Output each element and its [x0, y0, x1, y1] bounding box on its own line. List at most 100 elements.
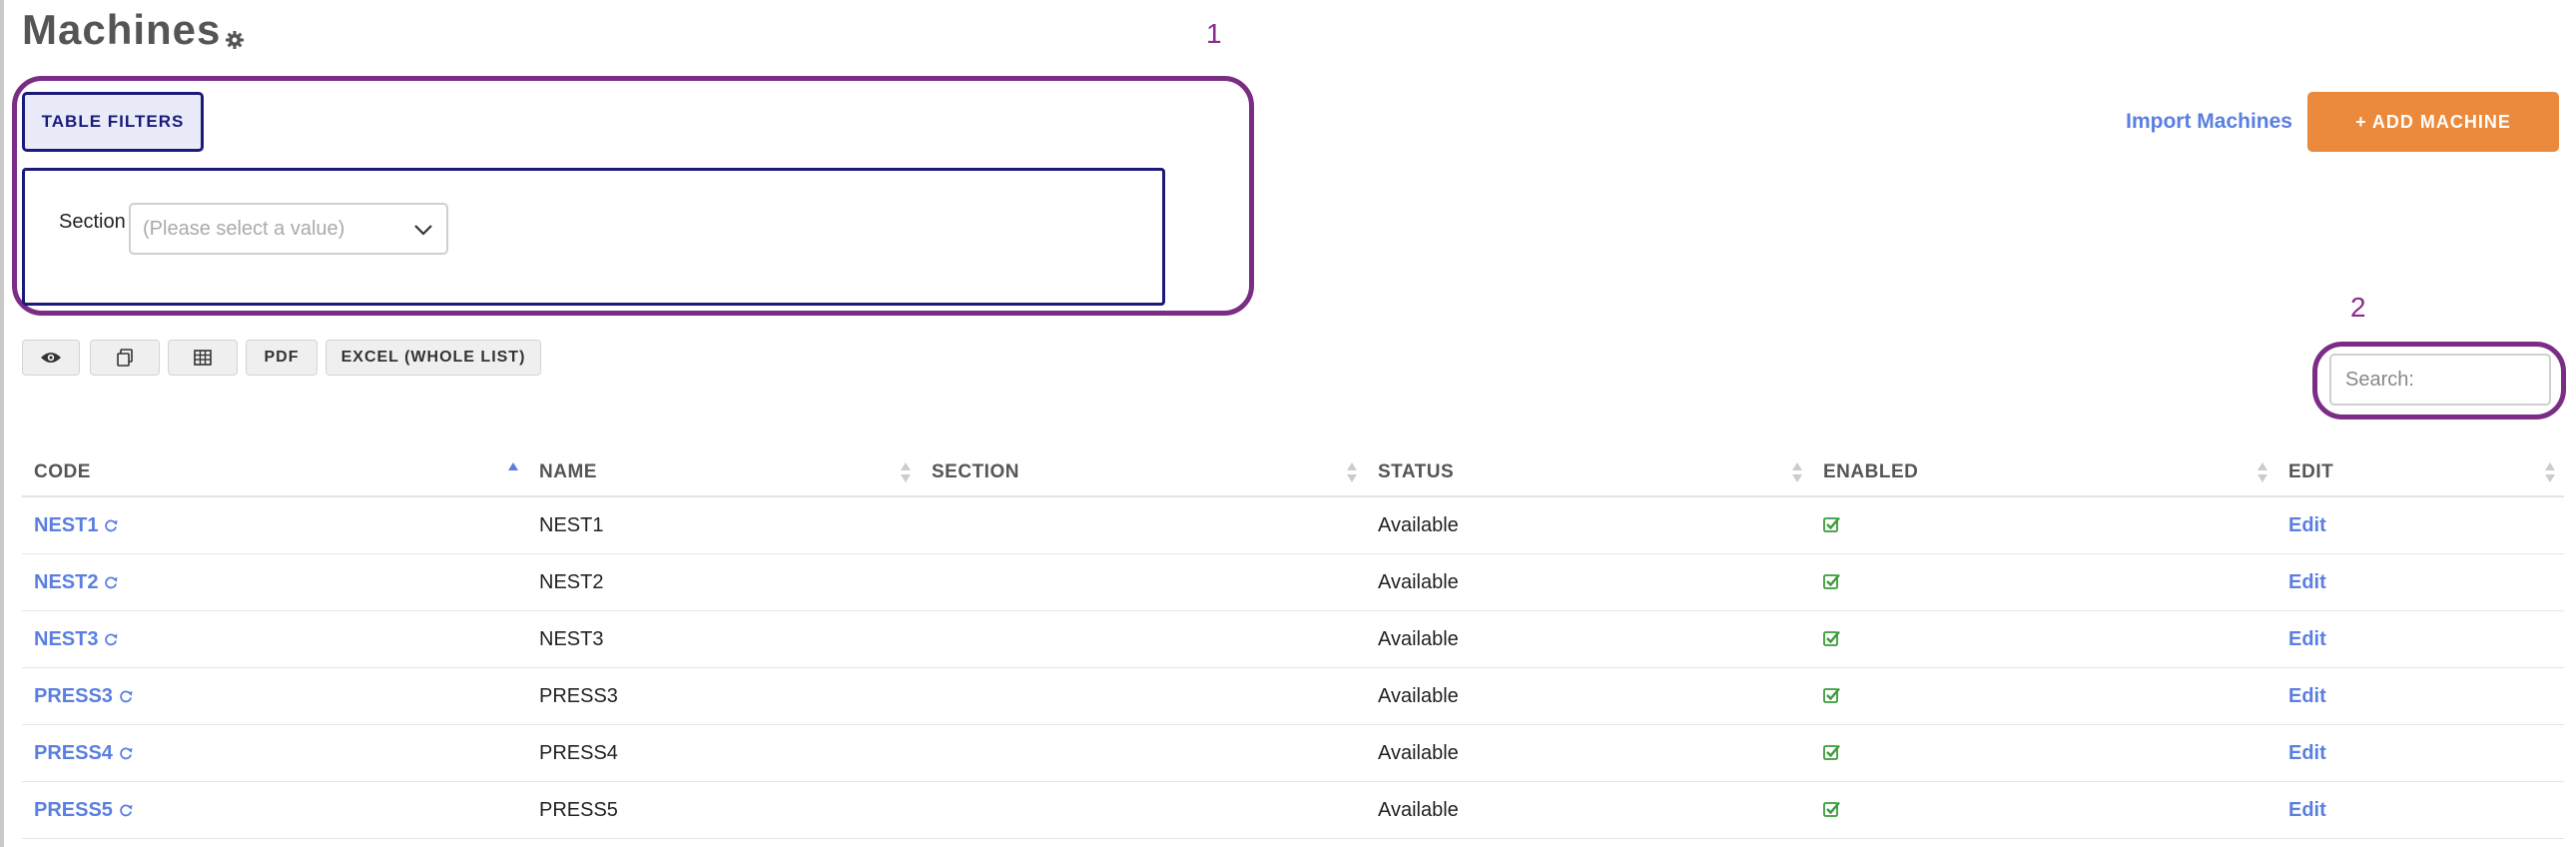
enabled-cell: [1811, 553, 2276, 611]
column-header-status[interactable]: STATUS: [1366, 449, 1811, 497]
section-cell: [920, 724, 1366, 782]
sort-icon: [901, 462, 911, 482]
column-header-label: ENABLED: [1823, 461, 1919, 482]
checked-box-icon: [1823, 573, 1840, 589]
column-header-code[interactable]: CODE: [22, 449, 527, 497]
edit-link[interactable]: Edit: [2288, 571, 2326, 593]
add-machine-button[interactable]: + ADD MACHINE: [2307, 92, 2559, 152]
edit-cell: Edit: [2276, 610, 2564, 668]
section-filter-label: Section: [59, 211, 126, 233]
column-header-label: STATUS: [1378, 461, 1455, 482]
name-cell: PRESS3: [527, 667, 920, 725]
name-cell: NEST1: [527, 496, 920, 554]
name-cell: PRESS4: [527, 724, 920, 782]
machine-code-link[interactable]: PRESS3: [34, 685, 113, 707]
enabled-cell: [1811, 610, 2276, 668]
edit-link[interactable]: Edit: [2288, 628, 2326, 650]
edit-link[interactable]: Edit: [2288, 742, 2326, 764]
name-cell: NEST2: [527, 553, 920, 611]
enabled-cell: [1811, 781, 2276, 839]
edit-cell: Edit: [2276, 496, 2564, 554]
column-header-label: SECTION: [932, 461, 1019, 482]
checked-box-icon: [1823, 801, 1840, 817]
edit-link[interactable]: Edit: [2288, 514, 2326, 536]
table-icon: [194, 350, 212, 366]
enabled-cell: [1811, 724, 2276, 782]
code-cell: NEST2: [22, 553, 527, 611]
column-header-edit[interactable]: EDIT: [2276, 449, 2564, 497]
pdf-button[interactable]: PDF: [246, 340, 318, 376]
table-row: PRESS4 PRESS4 Available Edit: [22, 724, 2564, 782]
edit-link[interactable]: Edit: [2288, 685, 2326, 707]
annotation-label-1: 1: [1206, 18, 1222, 49]
refresh-icon[interactable]: [104, 632, 118, 646]
refresh-icon[interactable]: [119, 803, 133, 817]
name-cell: PRESS5: [527, 781, 920, 839]
machine-code-link[interactable]: NEST3: [34, 628, 98, 650]
column-header-section[interactable]: SECTION: [920, 449, 1366, 497]
status-cell: Available: [1366, 781, 1811, 839]
status-cell: Available: [1366, 496, 1811, 554]
table-filters-button[interactable]: TABLE FILTERS: [22, 92, 204, 152]
status-cell: Available: [1366, 667, 1811, 725]
eye-icon: [41, 353, 61, 363]
name-cell: NEST3: [527, 610, 920, 668]
status-cell: Available: [1366, 724, 1811, 782]
left-border: [0, 0, 4, 847]
code-cell: NEST1: [22, 496, 527, 554]
column-header-label: CODE: [34, 461, 91, 482]
sort-icon: [1347, 462, 1357, 482]
chevron-down-icon: [414, 225, 432, 236]
sort-icon: [1792, 462, 1802, 482]
checked-box-icon: [1823, 744, 1840, 760]
sort-asc-icon: [508, 462, 518, 470]
column-header-label: EDIT: [2288, 461, 2334, 482]
machine-code-link[interactable]: PRESS5: [34, 799, 113, 821]
refresh-icon[interactable]: [104, 518, 118, 532]
column-visibility-button[interactable]: [22, 340, 80, 376]
gear-icon[interactable]: [225, 30, 245, 50]
column-header-enabled[interactable]: ENABLED: [1811, 449, 2276, 497]
code-cell: PRESS3: [22, 667, 527, 725]
excel-button[interactable]: EXCEL (WHOLE LIST): [325, 340, 541, 376]
machines-table: CODE NAME SECTION STATUS ENABLED EDIT NE…: [22, 449, 2564, 839]
annotation-label-2: 2: [2350, 292, 2366, 323]
table-row: NEST1 NEST1 Available Edit: [22, 496, 2564, 554]
section-cell: [920, 553, 1366, 611]
refresh-icon[interactable]: [104, 575, 118, 589]
edit-cell: Edit: [2276, 553, 2564, 611]
machine-code-link[interactable]: NEST2: [34, 571, 98, 593]
import-machines-link[interactable]: Import Machines: [2126, 110, 2292, 134]
section-cell: [920, 610, 1366, 668]
page-title: Machines: [22, 6, 245, 54]
copy-button[interactable]: [90, 340, 160, 376]
edit-cell: Edit: [2276, 781, 2564, 839]
table-header-row: CODE NAME SECTION STATUS ENABLED EDIT: [22, 449, 2564, 497]
section-cell: [920, 496, 1366, 554]
section-cell: [920, 667, 1366, 725]
status-cell: Available: [1366, 610, 1811, 668]
code-cell: PRESS5: [22, 781, 527, 839]
csv-button[interactable]: [168, 340, 238, 376]
filter-panel: Section (Please select a value): [22, 168, 1165, 306]
edit-cell: Edit: [2276, 724, 2564, 782]
table-row: NEST2 NEST2 Available Edit: [22, 553, 2564, 611]
section-select-placeholder: (Please select a value): [143, 217, 345, 240]
edit-link[interactable]: Edit: [2288, 799, 2326, 821]
enabled-cell: [1811, 496, 2276, 554]
status-cell: Available: [1366, 553, 1811, 611]
code-cell: PRESS4: [22, 724, 527, 782]
section-select[interactable]: (Please select a value): [129, 203, 448, 255]
column-header-label: NAME: [539, 461, 597, 482]
machine-code-link[interactable]: NEST1: [34, 514, 98, 536]
refresh-icon[interactable]: [119, 689, 133, 703]
search-input[interactable]: [2329, 354, 2551, 406]
refresh-icon[interactable]: [119, 746, 133, 760]
column-header-name[interactable]: NAME: [527, 449, 920, 497]
table-body: NEST1 NEST1 Available Edit NEST2 NEST2 A…: [22, 496, 2564, 839]
sort-icon: [2257, 462, 2267, 482]
section-cell: [920, 781, 1366, 839]
checked-box-icon: [1823, 516, 1840, 532]
machine-code-link[interactable]: PRESS4: [34, 742, 113, 764]
checked-box-icon: [1823, 630, 1840, 646]
